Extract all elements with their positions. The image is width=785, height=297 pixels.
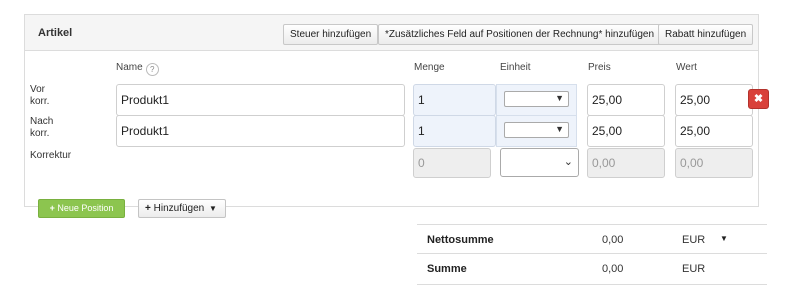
caret-down-icon: ▼ [209, 204, 217, 213]
chevron-down-icon: ▼ [555, 93, 564, 103]
column-preis-header: Preis [588, 62, 611, 73]
value-input[interactable]: 25,00 [675, 115, 753, 147]
add-label: Hinzufügen [153, 203, 205, 214]
price-input[interactable]: 25,00 [587, 115, 665, 147]
add-custom-field-button[interactable]: *Zusätzliches Feld auf Positionen der Re… [378, 24, 662, 45]
value-readonly: 0,00 [675, 148, 753, 178]
add-dropdown-button[interactable]: + Hinzufügen ▼ [138, 199, 226, 218]
name-input[interactable]: Produkt1 [116, 84, 405, 116]
price-input[interactable]: 25,00 [587, 84, 665, 116]
unit-select[interactable]: ⌄ [500, 148, 579, 177]
plus-icon: + [49, 203, 55, 213]
price-readonly: 0,00 [587, 148, 665, 178]
row-label-line-2: korr. [30, 96, 50, 107]
divider [417, 224, 767, 225]
row-label-before-correction: Vor korr. [30, 84, 49, 108]
row-label-line-1: Vor [30, 84, 46, 95]
column-einheit-header: Einheit [500, 62, 531, 73]
row-label-correction: Korrektur [30, 150, 72, 161]
total-currency: EUR [682, 263, 706, 275]
add-tax-button[interactable]: Steuer hinzufügen [283, 24, 379, 45]
divider [417, 284, 767, 285]
total-label: Summe [427, 263, 467, 275]
chevron-down-icon: ⌄ [563, 156, 573, 168]
quantity-input[interactable]: 1 [413, 84, 496, 116]
name-input[interactable]: Produkt1 [116, 115, 405, 147]
panel-title: Artikel [38, 27, 73, 39]
currency-dropdown-icon[interactable]: ▼ [720, 234, 728, 243]
close-icon: ✖ [753, 93, 764, 105]
new-position-label: Neue Position [57, 203, 114, 213]
total-value: 0,00 [602, 263, 624, 275]
net-total-value: 0,00 [602, 234, 624, 246]
divider [417, 253, 767, 254]
quantity-readonly: 0 [413, 148, 491, 178]
unit-select[interactable]: ▼ [504, 122, 569, 138]
net-total-label: Nettosumme [427, 234, 494, 246]
add-discount-button[interactable]: Rabatt hinzufügen [658, 24, 754, 45]
row-label-after-correction: Nach korr. [30, 116, 53, 140]
chevron-down-icon: ▼ [555, 124, 564, 134]
column-name-label: Name [116, 62, 143, 73]
panel-header: Artikel Steuer hinzufügen *Zusätzliches … [25, 15, 758, 51]
unit-select[interactable]: ▼ [504, 91, 569, 107]
help-icon[interactable]: ? [145, 63, 159, 76]
row-label-line-2: korr. [30, 128, 50, 139]
column-name-header: Name? [116, 62, 159, 76]
delete-row-button[interactable]: ✖ [748, 89, 769, 109]
column-wert-header: Wert [676, 62, 697, 73]
quantity-input[interactable]: 1 [413, 115, 496, 147]
value-input[interactable]: 25,00 [675, 84, 753, 116]
plus-icon: + [145, 203, 151, 214]
new-position-button[interactable]: + Neue Position [38, 199, 125, 218]
column-menge-header: Menge [414, 62, 445, 73]
row-label-line-1: Nach [30, 116, 54, 127]
net-total-currency: EUR [682, 234, 706, 246]
